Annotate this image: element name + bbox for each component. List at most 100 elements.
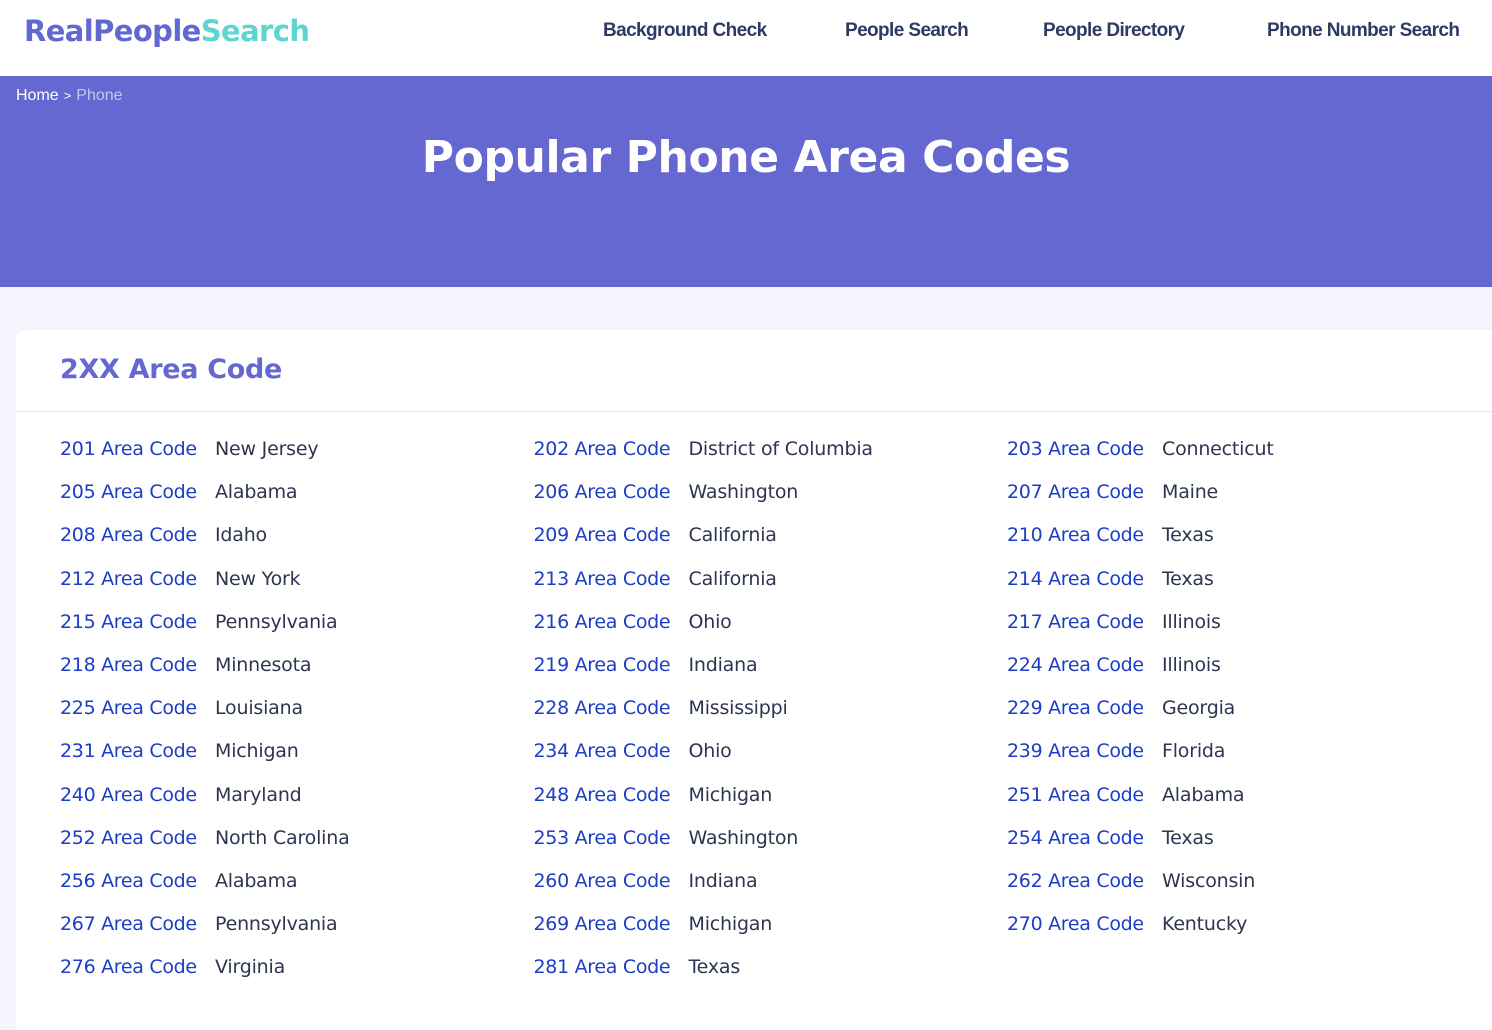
area-code-item: 251 Area Code Alabama	[1007, 782, 1481, 808]
area-code-item: 215 Area Code Pennsylvania	[60, 609, 534, 635]
area-code-item: 216 Area Code Ohio	[534, 609, 1008, 635]
area-code-item: 252 Area Code North Carolina	[60, 825, 534, 851]
area-code-link[interactable]: 252 Area Code	[60, 827, 215, 849]
area-code-item: 212 Area Code New York	[60, 566, 534, 592]
area-code-item: 201 Area Code New Jersey	[60, 436, 534, 462]
area-code-item: 270 Area Code Kentucky	[1007, 911, 1481, 937]
area-code-item: 254 Area Code Texas	[1007, 825, 1481, 851]
area-code-state: Ohio	[688, 740, 732, 763]
area-code-row: 205 Area Code Alabama 206 Area Code Washing…	[60, 479, 1490, 522]
area-code-item: 214 Area Code Texas	[1007, 566, 1481, 592]
area-code-state: California	[688, 524, 777, 547]
area-code-link[interactable]: 239 Area Code	[1007, 740, 1162, 762]
area-code-state: Florida	[1162, 740, 1226, 763]
area-code-state: Connecticut	[1162, 438, 1274, 460]
area-code-link[interactable]: 269 Area Code	[534, 913, 689, 935]
hero-banner: Home > Phone Popular Phone Area Codes	[0, 76, 1492, 287]
area-code-item: 208 Area Code Idaho	[60, 522, 534, 548]
area-code-link[interactable]: 231 Area Code	[60, 740, 215, 762]
area-code-row: 231 Area Code Michigan 234 Area Code Ohio 23…	[60, 738, 1490, 781]
main-nav: Background Check People Search People Di…	[0, 20, 1492, 46]
area-code-link[interactable]: 216 Area Code	[534, 611, 689, 633]
area-code-link[interactable]: 210 Area Code	[1007, 524, 1162, 546]
area-code-link[interactable]: 217 Area Code	[1007, 611, 1162, 633]
area-code-state: Idaho	[215, 524, 267, 547]
area-code-link[interactable]: 209 Area Code	[534, 524, 689, 546]
area-code-link[interactable]: 234 Area Code	[534, 740, 689, 762]
area-code-link[interactable]: 214 Area Code	[1007, 568, 1162, 590]
area-code-link[interactable]: 218 Area Code	[60, 654, 215, 676]
area-code-link[interactable]: 203 Area Code	[1007, 438, 1162, 460]
area-code-item: 209 Area Code California	[534, 522, 1008, 548]
area-code-item: 231 Area Code Michigan	[60, 738, 534, 764]
area-code-state: California	[688, 567, 777, 590]
area-code-link[interactable]: 267 Area Code	[60, 913, 215, 935]
area-code-item: 224 Area Code Illinois	[1007, 652, 1481, 678]
area-code-state: Kentucky	[1162, 913, 1248, 936]
area-code-link[interactable]: 240 Area Code	[60, 784, 215, 806]
area-code-link[interactable]: 276 Area Code	[60, 956, 215, 978]
area-code-item: 203 Area Code Connecticut	[1007, 436, 1481, 462]
area-code-link[interactable]: 229 Area Code	[1007, 697, 1162, 719]
area-code-item: 276 Area Code Virginia	[60, 954, 534, 980]
area-code-link[interactable]: 201 Area Code	[60, 438, 215, 460]
area-code-state: Maine	[1162, 481, 1219, 504]
area-code-row: 240 Area Code Maryland 248 Area Code Michig…	[60, 782, 1490, 825]
area-code-link[interactable]: 281 Area Code	[534, 956, 689, 978]
area-code-link[interactable]: 219 Area Code	[534, 654, 689, 676]
area-code-link[interactable]: 253 Area Code	[534, 827, 689, 849]
area-code-state: Mississippi	[688, 697, 788, 720]
area-code-link[interactable]: 212 Area Code	[60, 568, 215, 590]
area-code-link[interactable]: 248 Area Code	[534, 784, 689, 806]
area-code-state: Indiana	[688, 653, 758, 676]
area-code-row: 267 Area Code Pennsylvania 269 Area Code Mi…	[60, 911, 1490, 954]
area-code-item: 267 Area Code Pennsylvania	[60, 911, 534, 937]
area-code-state: Georgia	[1162, 697, 1236, 720]
area-code-link[interactable]: 213 Area Code	[534, 568, 689, 590]
nav-background-check[interactable]: Background Check	[603, 20, 767, 42]
area-code-link[interactable]: 260 Area Code	[534, 870, 689, 892]
nav-people-search[interactable]: People Search	[845, 20, 969, 42]
area-code-state: Wisconsin	[1162, 869, 1256, 892]
area-code-item: 205 Area Code Alabama	[60, 479, 534, 505]
area-code-link[interactable]: 262 Area Code	[1007, 870, 1162, 892]
area-code-row: 225 Area Code Louisiana 228 Area Code Missi…	[60, 695, 1490, 738]
area-code-link[interactable]: 202 Area Code	[534, 438, 689, 460]
area-code-link[interactable]: 206 Area Code	[534, 481, 689, 503]
nav-phone-number-search[interactable]: Phone Number Search	[1267, 20, 1460, 42]
section-title: 2XX Area Code	[60, 354, 283, 385]
area-code-item: 262 Area Code Wisconsin	[1007, 868, 1481, 894]
area-code-link[interactable]: 208 Area Code	[60, 524, 215, 546]
area-code-link[interactable]: 256 Area Code	[60, 870, 215, 892]
area-code-state: District of Columbia	[688, 438, 874, 460]
area-code-state: Indiana	[688, 869, 758, 892]
area-code-item: 219 Area Code Indiana	[534, 652, 1008, 678]
area-code-link[interactable]: 251 Area Code	[1007, 784, 1162, 806]
area-code-link[interactable]: 215 Area Code	[60, 611, 215, 633]
area-code-item: 260 Area Code Indiana	[534, 868, 1008, 894]
area-code-item: 228 Area Code Mississippi	[534, 695, 1008, 721]
nav-people-directory[interactable]: People Directory	[1043, 20, 1185, 42]
area-code-link[interactable]: 270 Area Code	[1007, 913, 1162, 935]
area-code-state: Pennsylvania	[215, 913, 338, 936]
area-code-link[interactable]: 224 Area Code	[1007, 654, 1162, 676]
area-code-row: 256 Area Code Alabama 260 Area Code Indiana…	[60, 868, 1490, 911]
area-code-item: 281 Area Code Texas	[534, 954, 1008, 980]
area-code-item: 218 Area Code Minnesota	[60, 652, 534, 678]
area-code-state: Washington	[688, 826, 799, 849]
area-code-item: 248 Area Code Michigan	[534, 782, 1008, 808]
area-code-state: Illinois	[1162, 653, 1221, 676]
area-code-item: 217 Area Code Illinois	[1007, 609, 1481, 635]
area-code-item: 206 Area Code Washington	[534, 479, 1008, 505]
area-code-link[interactable]: 228 Area Code	[534, 697, 689, 719]
breadcrumb-home[interactable]: Home	[16, 87, 59, 104]
area-code-link[interactable]: 207 Area Code	[1007, 481, 1162, 503]
breadcrumb-separator: >	[63, 88, 72, 103]
area-code-link[interactable]: 205 Area Code	[60, 481, 215, 503]
area-code-link[interactable]: 254 Area Code	[1007, 827, 1162, 849]
area-code-row: 218 Area Code Minnesota 219 Area Code India…	[60, 652, 1490, 695]
area-code-item: 269 Area Code Michigan	[534, 911, 1008, 937]
area-code-link[interactable]: 225 Area Code	[60, 697, 215, 719]
area-code-state: Michigan	[215, 740, 299, 763]
area-code-state: Texas	[1162, 826, 1214, 849]
